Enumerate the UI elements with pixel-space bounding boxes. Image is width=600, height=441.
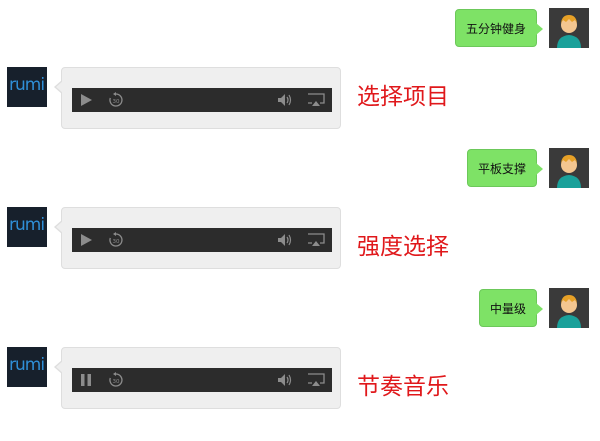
play-button[interactable] <box>78 228 94 252</box>
airplay-icon <box>308 93 325 106</box>
airplay-button[interactable] <box>306 368 326 392</box>
chat-row-user: 五分钟健身 <box>0 8 600 48</box>
bot-logo-text: rumi <box>9 355 45 375</box>
pause-icon <box>81 374 91 386</box>
volume-button[interactable] <box>276 88 294 112</box>
volume-button[interactable] <box>276 228 294 252</box>
audio-player[interactable]: 30 <box>72 88 332 112</box>
rewind-seconds: 30 <box>113 239 120 245</box>
user-message-bubble[interactable]: 平板支撑 <box>466 149 544 187</box>
bot-label: 节奏音乐 <box>357 374 449 400</box>
airplay-icon <box>308 233 325 246</box>
rewind-30-button[interactable]: 30 <box>107 88 125 112</box>
bot-label: 强度选择 <box>357 234 449 260</box>
user-avatar-icon <box>549 8 589 48</box>
chat-row-bot: rumi 30 <box>0 67 600 131</box>
rewind-30-icon: 30 <box>109 372 123 387</box>
chat-row-bot: rumi 30 <box>0 347 600 411</box>
rewind-seconds: 30 <box>113 99 120 105</box>
audio-player[interactable]: 30 <box>72 228 332 252</box>
bot-logo-text: rumi <box>9 75 45 95</box>
bot-avatar[interactable]: rumi <box>7 67 47 107</box>
user-message-text: 平板支撑 <box>477 162 526 176</box>
play-button[interactable] <box>78 88 94 112</box>
rewind-30-button[interactable]: 30 <box>107 368 125 392</box>
user-message-bubble[interactable]: 中量级 <box>478 289 544 327</box>
user-avatar[interactable] <box>549 8 589 48</box>
user-avatar[interactable] <box>549 288 589 328</box>
volume-button[interactable] <box>276 368 294 392</box>
user-message-bubble[interactable]: 五分钟健身 <box>454 9 544 47</box>
bot-label: 选择项目 <box>357 84 449 110</box>
volume-icon <box>278 234 292 246</box>
user-message-text: 中量级 <box>489 302 526 316</box>
play-icon <box>81 234 92 246</box>
user-avatar-icon <box>549 288 589 328</box>
volume-icon <box>278 374 292 386</box>
volume-icon <box>278 94 292 106</box>
bot-avatar[interactable]: rumi <box>7 347 47 387</box>
user-message-text: 五分钟健身 <box>465 22 526 36</box>
audio-message-bubble: 30 <box>54 207 341 269</box>
bot-avatar[interactable]: rumi <box>7 207 47 247</box>
audio-message-bubble: 30 <box>54 67 341 129</box>
user-avatar-icon <box>549 148 589 188</box>
play-icon <box>81 94 92 106</box>
airplay-button[interactable] <box>306 88 326 112</box>
audio-player[interactable]: 30 <box>72 368 332 392</box>
rewind-30-icon: 30 <box>109 232 123 247</box>
airplay-icon <box>308 373 325 386</box>
rewind-seconds: 30 <box>113 379 120 385</box>
chat-row-bot: rumi 30 <box>0 207 600 271</box>
chat-row-user: 平板支撑 <box>0 148 600 188</box>
chat-row-user: 中量级 <box>0 288 600 328</box>
user-avatar[interactable] <box>549 148 589 188</box>
airplay-button[interactable] <box>306 228 326 252</box>
bot-logo-text: rumi <box>9 215 45 235</box>
rewind-30-icon: 30 <box>109 92 123 107</box>
rewind-30-button[interactable]: 30 <box>107 228 125 252</box>
pause-button[interactable] <box>78 368 94 392</box>
audio-message-bubble: 30 <box>54 347 341 409</box>
